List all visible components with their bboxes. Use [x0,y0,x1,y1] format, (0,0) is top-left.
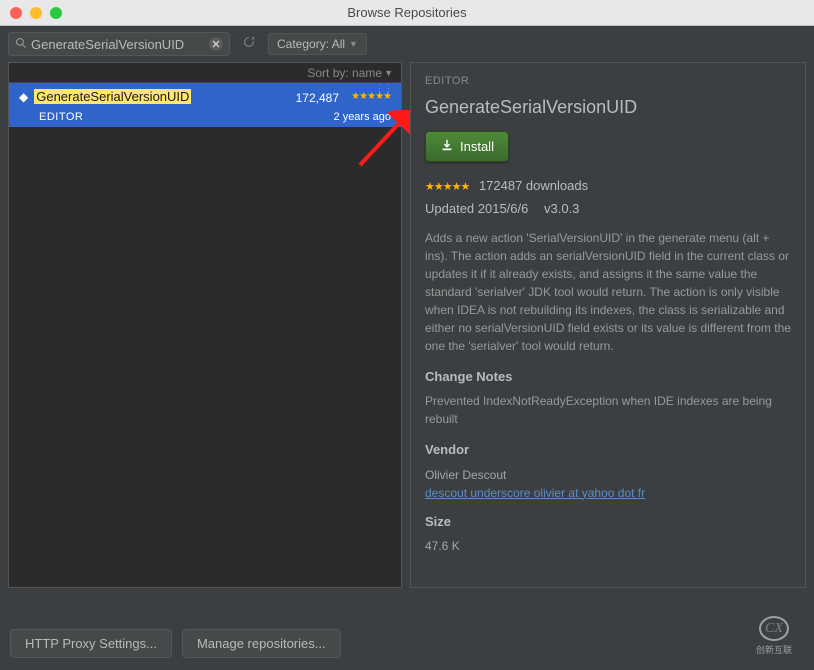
sort-label: Sort by: name [307,66,382,80]
category-dropdown[interactable]: Category: All ▼ [268,33,367,55]
reload-icon[interactable] [238,35,260,53]
detail-category: EDITOR [425,73,791,90]
chevron-down-icon: ▼ [384,68,393,78]
sort-control[interactable]: Sort by: name ▼ [9,63,401,83]
size-value: 47.6 K [425,537,791,555]
size-heading: Size [425,512,791,532]
http-proxy-button[interactable]: HTTP Proxy Settings... [10,629,172,658]
close-window-icon[interactable] [10,7,22,19]
detail-title: GenerateSerialVersionUID [425,94,791,121]
window-titlebar: Browse Repositories [0,0,814,26]
updated-text: Updated 2015/6/6 [425,201,528,216]
vendor-name: Olivier Descout [425,466,791,484]
version-text: v3.0.3 [544,201,579,216]
plugin-list: ⋮⋮ ◆ GenerateSerialVersionUID 172,487 ★★… [9,83,401,587]
search-icon [15,37,27,52]
downloads-text: 172487 downloads [479,178,588,193]
detail-updated-row: Updated 2015/6/6 v3.0.3 [425,199,791,219]
plugin-list-item[interactable]: ⋮⋮ ◆ GenerateSerialVersionUID 172,487 ★★… [9,83,401,127]
chevron-down-icon: ▼ [349,39,358,49]
plugin-name-highlight: GenerateSerialVersionUID [34,89,191,104]
watermark-text: 创新互联 [756,643,792,656]
plugin-list-pane: Sort by: name ▼ ⋮⋮ ◆ GenerateSerialVersi… [8,62,402,588]
bottom-button-bar: HTTP Proxy Settings... Manage repositori… [10,629,341,658]
detail-description: Adds a new action 'SerialVersionUID' in … [425,229,791,355]
detail-rating-row: ★★★★★ 172487 downloads [425,176,791,196]
clear-search-icon[interactable] [209,37,223,51]
vendor-heading: Vendor [425,440,791,460]
main-content: Sort by: name ▼ ⋮⋮ ◆ GenerateSerialVersi… [0,62,814,596]
plugin-downloads: 172,487 [296,91,339,105]
category-label: Category: All [277,37,345,51]
install-button[interactable]: Install [425,131,509,162]
rating-stars-icon: ★★★★★ [425,181,469,193]
install-label: Install [460,139,494,154]
manage-repositories-button[interactable]: Manage repositories... [182,629,341,658]
plugin-type-icon: ◆ [19,90,28,104]
plugin-updated-time: 2 years ago [334,111,391,123]
download-icon [440,138,454,155]
search-input-text[interactable]: GenerateSerialVersionUID [31,37,209,52]
zoom-window-icon[interactable] [50,7,62,19]
watermark-logo: CX 创新互联 [740,616,808,656]
search-field[interactable]: GenerateSerialVersionUID [8,32,230,56]
window-title: Browse Repositories [347,5,466,20]
traffic-lights [0,7,62,19]
change-notes-body: Prevented IndexNotReadyException when ID… [425,392,791,428]
vendor-link[interactable]: descout underscore olivier at yahoo dot … [425,486,645,500]
plugin-detail-pane: EDITOR GenerateSerialVersionUID Install … [410,62,806,588]
watermark-icon: CX [759,616,789,641]
change-notes-heading: Change Notes [425,367,791,387]
plugin-category: EDITOR [39,111,83,123]
minimize-window-icon[interactable] [30,7,42,19]
toolbar: GenerateSerialVersionUID Category: All ▼ [0,26,814,62]
rating-stars-icon: ★★★★★ [351,91,391,102]
